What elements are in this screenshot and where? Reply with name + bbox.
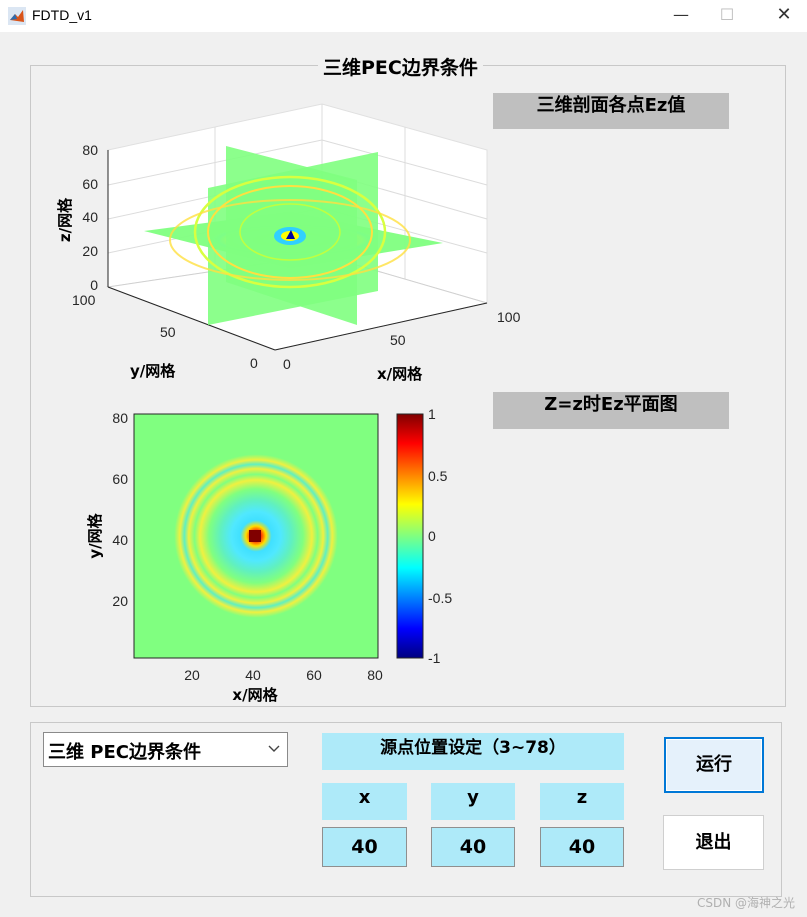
y-input[interactable]: 40 xyxy=(431,827,515,867)
y-tick: 60 xyxy=(112,471,128,487)
colorbar-tick: 0 xyxy=(428,528,436,544)
x-tick: 20 xyxy=(184,667,200,683)
y-tick: 20 xyxy=(112,593,128,609)
x-axis-label: x/网格 xyxy=(232,686,278,704)
exit-button[interactable]: 退出 xyxy=(663,815,764,870)
mode-select-value: 三维 PEC边界条件 xyxy=(48,742,201,763)
chevron-down-icon xyxy=(268,745,280,752)
run-button[interactable]: 运行 xyxy=(664,737,764,793)
colorbar-tick: 1 xyxy=(428,406,436,422)
colorbar-tick: -0.5 xyxy=(428,590,452,606)
heatmap-peak xyxy=(249,530,261,542)
y-tick: 80 xyxy=(112,410,128,426)
colorbar xyxy=(396,413,424,659)
colorbar-tick: 0.5 xyxy=(428,468,448,484)
y-label: y xyxy=(431,783,515,820)
colorbar-tick: -1 xyxy=(428,650,441,666)
source-position-title: 源点位置设定（3~78） xyxy=(322,733,624,770)
z-label: z xyxy=(540,783,624,820)
x-tick: 80 xyxy=(367,667,383,683)
x-label: x xyxy=(322,783,407,820)
y-tick: 40 xyxy=(112,532,128,548)
x-tick: 60 xyxy=(306,667,322,683)
mode-select[interactable]: 三维 PEC边界条件 xyxy=(43,732,288,767)
z-input[interactable]: 40 xyxy=(540,827,624,867)
watermark: CSDN @海神之光 xyxy=(696,896,795,910)
x-tick: 40 xyxy=(245,667,261,683)
x-input[interactable]: 40 xyxy=(322,827,407,867)
y-axis-label: y/网格 xyxy=(86,512,104,558)
